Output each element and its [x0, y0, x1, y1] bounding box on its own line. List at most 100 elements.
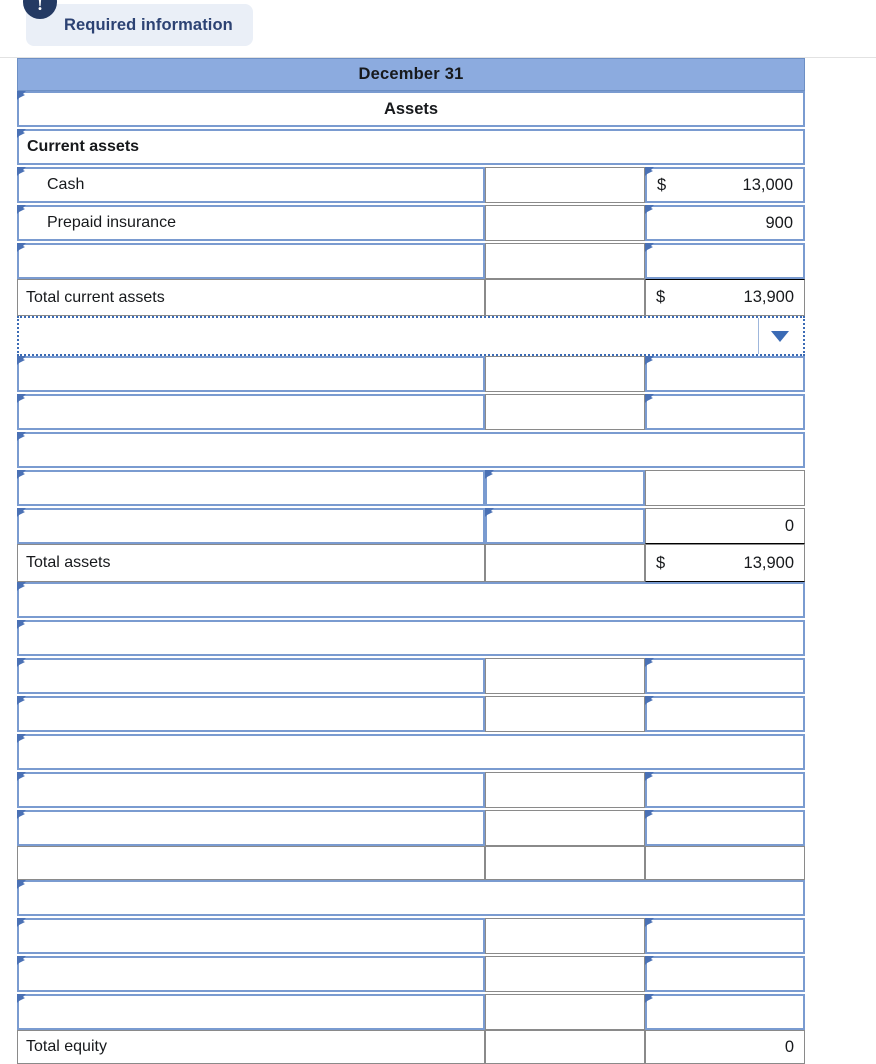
table-row: Current assets	[17, 129, 805, 165]
amount-col3-input[interactable]: $ 13,000	[645, 167, 805, 203]
currency-symbol: $	[656, 288, 666, 306]
account-name-input[interactable]	[17, 810, 485, 846]
amount-col3-input[interactable]	[645, 243, 805, 279]
table-row	[17, 316, 805, 356]
table-row	[17, 696, 805, 732]
amount-col3-input[interactable]	[645, 918, 805, 954]
amount-col2-cell	[485, 658, 645, 694]
amount-col2-cell	[485, 544, 645, 582]
table-row: December 31	[17, 58, 805, 91]
table-row: Total current assets $ 13,900	[17, 279, 805, 316]
table-row: Assets	[17, 91, 805, 127]
table-row	[17, 243, 805, 279]
amount-col2-cell	[485, 279, 645, 316]
amount-col3-cell	[645, 470, 805, 506]
section-label-input[interactable]	[17, 880, 805, 916]
account-name-input[interactable]	[17, 394, 485, 430]
amount-col3-input[interactable]	[645, 696, 805, 732]
amount-col3-input[interactable]	[645, 994, 805, 1030]
header-date-label: December 31	[358, 65, 464, 83]
amount-col2-cell	[485, 243, 645, 279]
table-row	[17, 734, 805, 770]
amount-col3-value: 0	[784, 1037, 794, 1056]
account-name-input[interactable]	[17, 918, 485, 954]
chevron-down-icon[interactable]	[758, 318, 801, 354]
assets-title-input[interactable]: Assets	[17, 91, 805, 127]
current-assets-label: Current assets	[27, 138, 140, 155]
current-assets-subhead-input[interactable]: Current assets	[17, 129, 805, 165]
amount-col3-input[interactable]	[645, 772, 805, 808]
account-select-dropdown[interactable]	[17, 316, 805, 356]
currency-symbol: $	[657, 175, 667, 194]
total-equity-cell: Total equity	[17, 1030, 485, 1064]
table-row	[17, 956, 805, 992]
amount-col2-cell	[485, 696, 645, 732]
section-label-input[interactable]	[17, 620, 805, 656]
account-name-input[interactable]	[17, 994, 485, 1030]
total-assets-cell: Total assets	[17, 544, 485, 582]
total-current-assets-label: Total current assets	[26, 288, 165, 306]
required-information-pill: Required information	[26, 4, 253, 46]
account-name-input[interactable]	[17, 508, 485, 544]
account-name-input[interactable]: Prepaid insurance	[17, 205, 485, 241]
amount-col3-value: 13,900	[743, 553, 794, 572]
amount-col3-input[interactable]	[645, 956, 805, 992]
account-name-input[interactable]	[17, 243, 485, 279]
table-row: Prepaid insurance 900	[17, 205, 805, 241]
account-name-label: Cash	[47, 176, 85, 193]
subtotal-amount-cell: 0	[645, 508, 805, 544]
account-name-input[interactable]	[17, 470, 485, 506]
amount-col2-cell	[485, 356, 645, 392]
table-row	[17, 470, 805, 506]
amount-col3-input[interactable]	[645, 658, 805, 694]
column-header-date: December 31	[17, 58, 805, 91]
account-name-input[interactable]	[17, 772, 485, 808]
table-row: Total assets $ 13,900	[17, 544, 805, 582]
amount-col3-input[interactable]	[645, 810, 805, 846]
amount-col3-value: 13,000	[742, 175, 793, 194]
table-row	[17, 880, 805, 916]
blank-cell	[485, 846, 645, 880]
amount-col2-input[interactable]	[485, 470, 645, 506]
total-assets-amount: $ 13,900	[645, 544, 805, 582]
table-row	[17, 658, 805, 694]
section-label-input[interactable]	[17, 734, 805, 770]
table-row: Total equity 0	[17, 1030, 805, 1064]
account-name-input[interactable]: Cash	[17, 167, 485, 203]
amount-col3-value: 0	[784, 516, 794, 535]
currency-symbol: $	[656, 553, 666, 572]
table-row	[17, 620, 805, 656]
required-information-label: Required information	[64, 15, 233, 34]
table-row	[17, 994, 805, 1030]
account-name-input[interactable]	[17, 956, 485, 992]
amount-col2-cell	[485, 772, 645, 808]
table-row	[17, 582, 805, 618]
table-row: 0	[17, 508, 805, 544]
table-row: Cash $ 13,000	[17, 167, 805, 203]
amount-col2-cell	[485, 167, 645, 203]
amount-col2-cell	[485, 394, 645, 430]
amount-col3-input[interactable]: 900	[645, 205, 805, 241]
amount-col2-cell	[485, 1030, 645, 1064]
spreadsheet-page: Required information ! December 31 Asset…	[0, 0, 876, 1064]
total-assets-label: Total assets	[26, 554, 111, 571]
amount-col3-value: 13,900	[743, 288, 794, 306]
balance-sheet-table: December 31 Assets Current assets Cash $…	[17, 58, 805, 1064]
table-row	[17, 918, 805, 954]
total-equity-label: Total equity	[26, 1038, 107, 1055]
section-label-input[interactable]	[17, 582, 805, 618]
amount-col3-input[interactable]	[645, 356, 805, 392]
assets-title-label: Assets	[383, 99, 439, 118]
account-name-input[interactable]	[17, 658, 485, 694]
amount-col3-input[interactable]	[645, 394, 805, 430]
account-name-input[interactable]	[17, 696, 485, 732]
account-name-label: Prepaid insurance	[47, 214, 176, 231]
amount-col2-input[interactable]	[485, 508, 645, 544]
account-name-input[interactable]	[17, 356, 485, 392]
blank-cell	[645, 846, 805, 880]
section-label-input[interactable]	[17, 432, 805, 468]
amount-col2-cell	[485, 205, 645, 241]
amount-col2-cell	[485, 810, 645, 846]
total-equity-amount: 0	[645, 1030, 805, 1064]
table-row	[17, 432, 805, 468]
